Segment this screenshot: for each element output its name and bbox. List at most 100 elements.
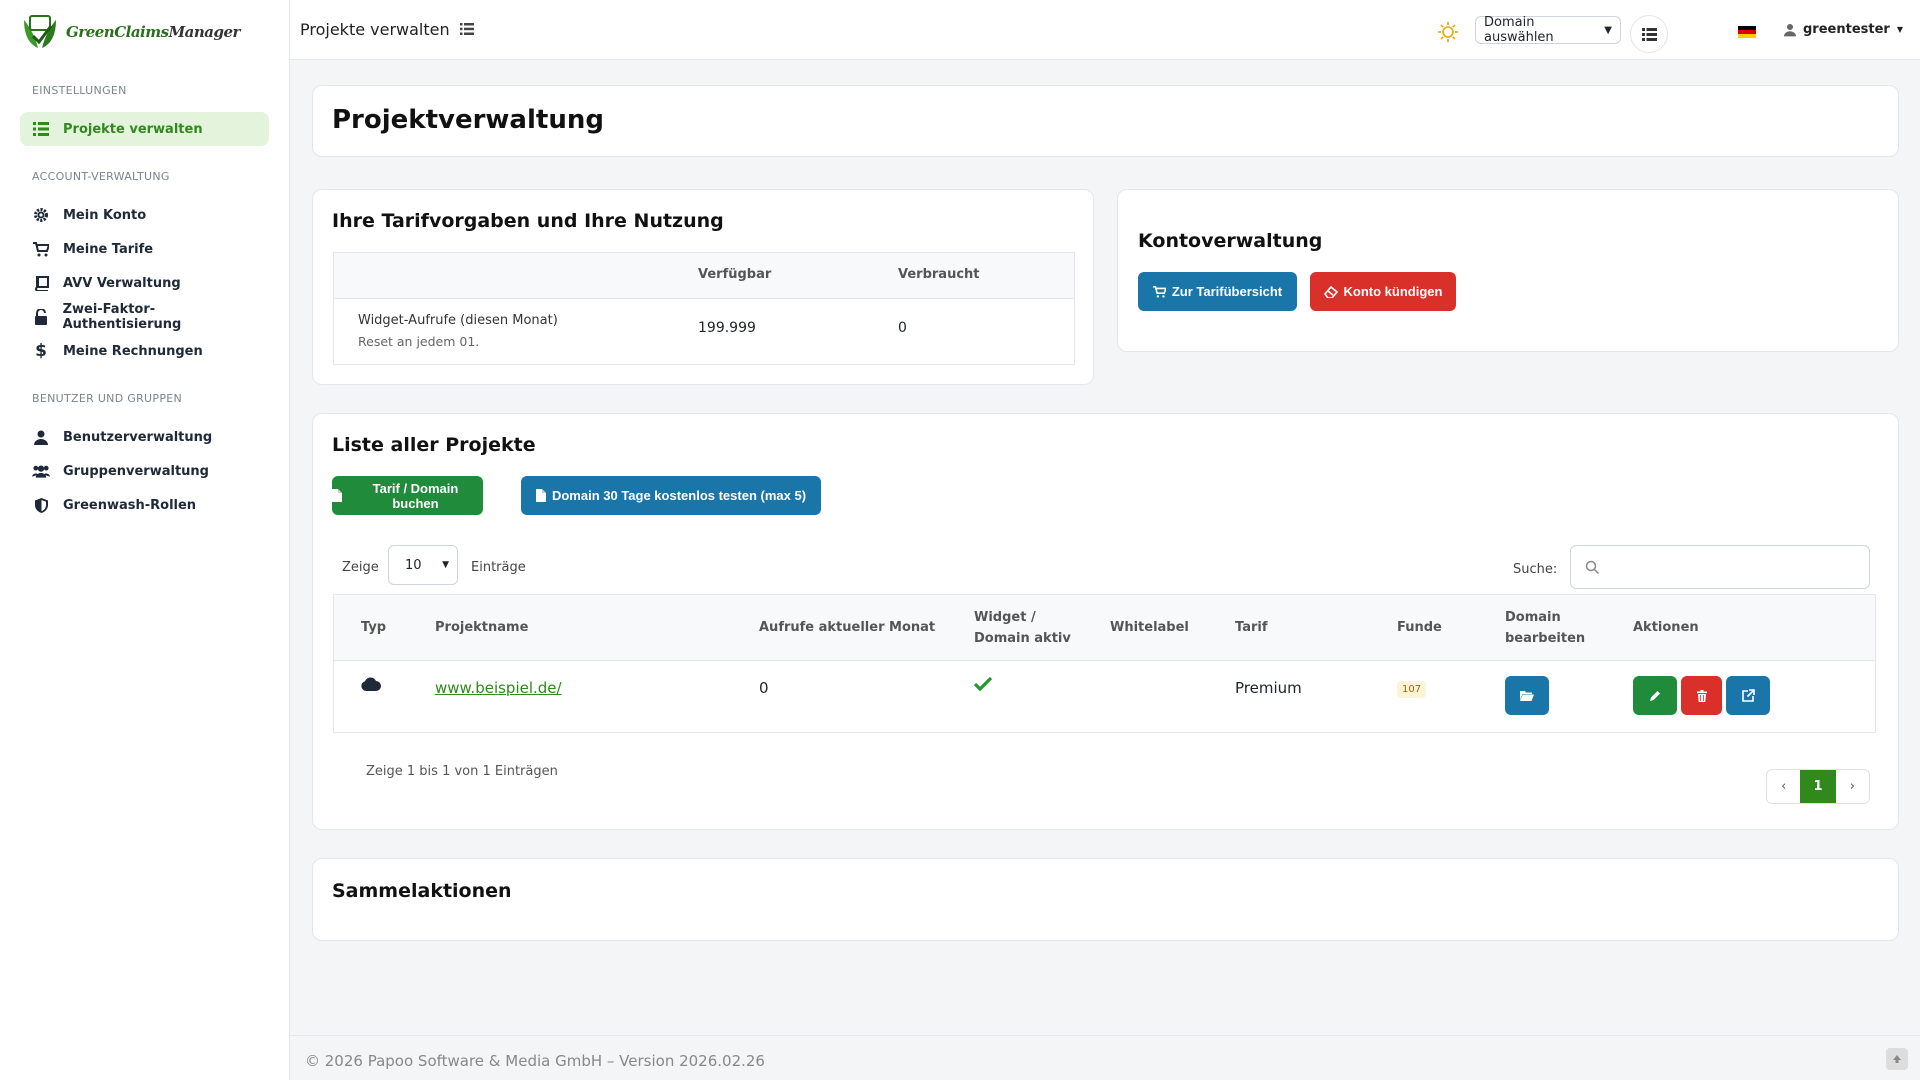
folder-open-icon — [1520, 691, 1534, 701]
user-menu[interactable]: greentester ▼ — [1784, 22, 1903, 37]
trial-domain-button[interactable]: Domain 30 Tage kostenlos testen (max 5) — [521, 476, 821, 515]
sidebar-section-benutzer: BENUTZER UND GRUPPEN — [32, 392, 183, 405]
konto-card-title: Kontoverwaltung — [1138, 230, 1323, 252]
list-icon — [32, 120, 50, 138]
pagination: ‹ 1 › — [1766, 769, 1870, 804]
edit-domain-button[interactable] — [1505, 676, 1549, 715]
arrow-up-icon — [1893, 1055, 1901, 1063]
sidebar-item-label: Meine Rechnungen — [63, 343, 203, 359]
table-row: Widget-Aufrufe (diesen Monat) Reset an j… — [334, 299, 1074, 365]
users-icon — [32, 462, 50, 480]
sidebar-item-gruppenverwaltung[interactable]: Gruppenverwaltung — [20, 454, 269, 488]
open-external-button[interactable] — [1726, 676, 1770, 715]
chevron-down-icon: ▼ — [442, 560, 449, 570]
pagination-next[interactable]: › — [1836, 770, 1869, 803]
search-icon — [1585, 560, 1600, 575]
cancel-account-button[interactable]: Konto kündigen — [1310, 272, 1456, 311]
sidebar-item-label: Mein Konto — [63, 207, 147, 223]
used-value: 0 — [898, 320, 907, 336]
check-icon — [973, 676, 993, 695]
brand-name-part1: GreenClaims — [66, 23, 169, 41]
brand-name-part2: Manager — [168, 23, 241, 41]
trash-icon — [1696, 689, 1707, 702]
col-widget-line1: Widget / — [974, 610, 1036, 625]
tarif-overview-button[interactable]: Zur Tarifübersicht — [1138, 272, 1297, 311]
sidebar-item-label: Meine Tarife — [63, 241, 154, 257]
sidebar-item-label: AVV Verwaltung — [63, 275, 181, 291]
sidebar-item-avv[interactable]: AVV Verwaltung — [20, 266, 269, 300]
footer-copyright: © 2026 Papoo Software & Media GmbH – Ver… — [305, 1052, 765, 1070]
gear-icon — [32, 206, 50, 224]
shield-icon — [32, 496, 50, 514]
page-title: Projektverwaltung — [332, 105, 604, 135]
available-value: 199.999 — [698, 320, 756, 336]
list-view-button[interactable] — [1630, 15, 1668, 53]
file-icon — [332, 489, 342, 502]
search-label: Suche: — [1513, 562, 1558, 577]
project-link[interactable]: www.beispiel.de/ — [435, 679, 562, 697]
col-available: Verfügbar — [698, 267, 772, 282]
col-widget-line2: Domain aktiv — [974, 631, 1071, 646]
sidebar: GreenClaimsManager EINSTELLUNGEN Projekt… — [0, 0, 290, 1080]
entries-per-page-select[interactable]: 10 ▼ — [388, 545, 458, 585]
sidebar-item-rechnungen[interactable]: $ Meine Rechnungen — [20, 334, 269, 368]
external-link-icon — [1741, 689, 1755, 702]
edit-button[interactable] — [1633, 676, 1677, 715]
col-aufrufe: Aufrufe aktueller Monat — [759, 620, 936, 635]
search-input[interactable] — [1570, 545, 1870, 589]
bulk-actions-title: Sammelaktionen — [332, 880, 512, 902]
tarif-value: Premium — [1235, 679, 1302, 697]
sidebar-item-projekte[interactable]: Projekte verwalten — [20, 112, 269, 146]
calls-value: 0 — [759, 679, 769, 697]
user-icon — [1784, 23, 1796, 36]
sidebar-item-label: Zwei-Faktor-Authentisierung — [62, 302, 182, 332]
col-tarif: Tarif — [1235, 620, 1268, 635]
scroll-to-top-button[interactable] — [1886, 1048, 1908, 1070]
pencil-icon — [1650, 690, 1660, 701]
table-row: www.beispiel.de/ 0 Premium 107 — [334, 661, 1875, 732]
col-aktionen: Aktionen — [1633, 620, 1699, 635]
show-entries-label: Zeige — [342, 560, 379, 575]
eraser-icon — [1323, 285, 1338, 298]
funde-badge[interactable]: 107 — [1397, 681, 1427, 698]
entries-label: Einträge — [471, 560, 526, 575]
pagination-prev[interactable]: ‹ — [1767, 770, 1800, 803]
col-domain-line1: Domain — [1505, 610, 1561, 625]
file-icon — [535, 489, 546, 502]
delete-button[interactable] — [1681, 676, 1722, 715]
sidebar-item-greenwash-rollen[interactable]: Greenwash-Rollen — [20, 488, 269, 522]
row-subtext: Reset an jedem 01. — [358, 334, 480, 349]
chevron-down-icon: ▼ — [1604, 24, 1612, 36]
tarif-card-title: Ihre Tarifvorgaben und Ihre Nutzung — [332, 210, 724, 232]
username: greentester — [1803, 22, 1890, 37]
sidebar-item-meine-tarife[interactable]: Meine Tarife — [20, 232, 269, 266]
lock-icon — [32, 308, 50, 326]
list-icon[interactable] — [459, 20, 474, 39]
table-header: Typ Projektname Aufrufe aktueller Monat … — [334, 595, 1875, 661]
topbar: Projekte verwalten Domain auswählen ▼ gr… — [290, 0, 1920, 60]
sidebar-item-mein-konto[interactable]: Mein Konto — [20, 198, 269, 232]
col-domain-line2: bearbeiten — [1505, 631, 1586, 646]
col-projektname: Projektname — [435, 620, 529, 635]
dollar-icon: $ — [35, 341, 47, 361]
cart-icon — [32, 240, 50, 258]
pagination-page-1[interactable]: 1 — [1800, 770, 1836, 803]
list-icon — [1641, 27, 1657, 41]
konto-card: Kontoverwaltung Zur Tarifübersicht Konto… — [1117, 189, 1899, 352]
cart-icon — [1152, 285, 1166, 298]
sidebar-item-zwei-faktor[interactable]: Zwei-Faktor-Authentisierung — [20, 300, 269, 334]
book-tarif-button[interactable]: Tarif / Domain buchen — [332, 476, 483, 515]
sidebar-item-benutzerverwaltung[interactable]: Benutzerverwaltung — [20, 420, 269, 454]
sidebar-item-label: Greenwash-Rollen — [63, 497, 197, 513]
page-title-card: Projektverwaltung — [312, 85, 1899, 157]
domain-select[interactable]: Domain auswählen ▼ — [1475, 15, 1621, 45]
footer: © 2026 Papoo Software & Media GmbH – Ver… — [290, 1035, 1920, 1080]
col-typ: Typ — [361, 620, 387, 635]
german-flag-icon[interactable] — [1738, 26, 1756, 38]
theme-toggle-sun-icon[interactable] — [1438, 22, 1458, 46]
brand-logo[interactable]: GreenClaimsManager — [20, 12, 240, 52]
book-icon — [32, 274, 50, 292]
projects-card: Liste aller Projekte Tarif / Domain buch… — [312, 413, 1899, 830]
leaf-check-icon — [24, 15, 56, 48]
projects-table: Typ Projektname Aufrufe aktueller Monat … — [333, 594, 1876, 733]
